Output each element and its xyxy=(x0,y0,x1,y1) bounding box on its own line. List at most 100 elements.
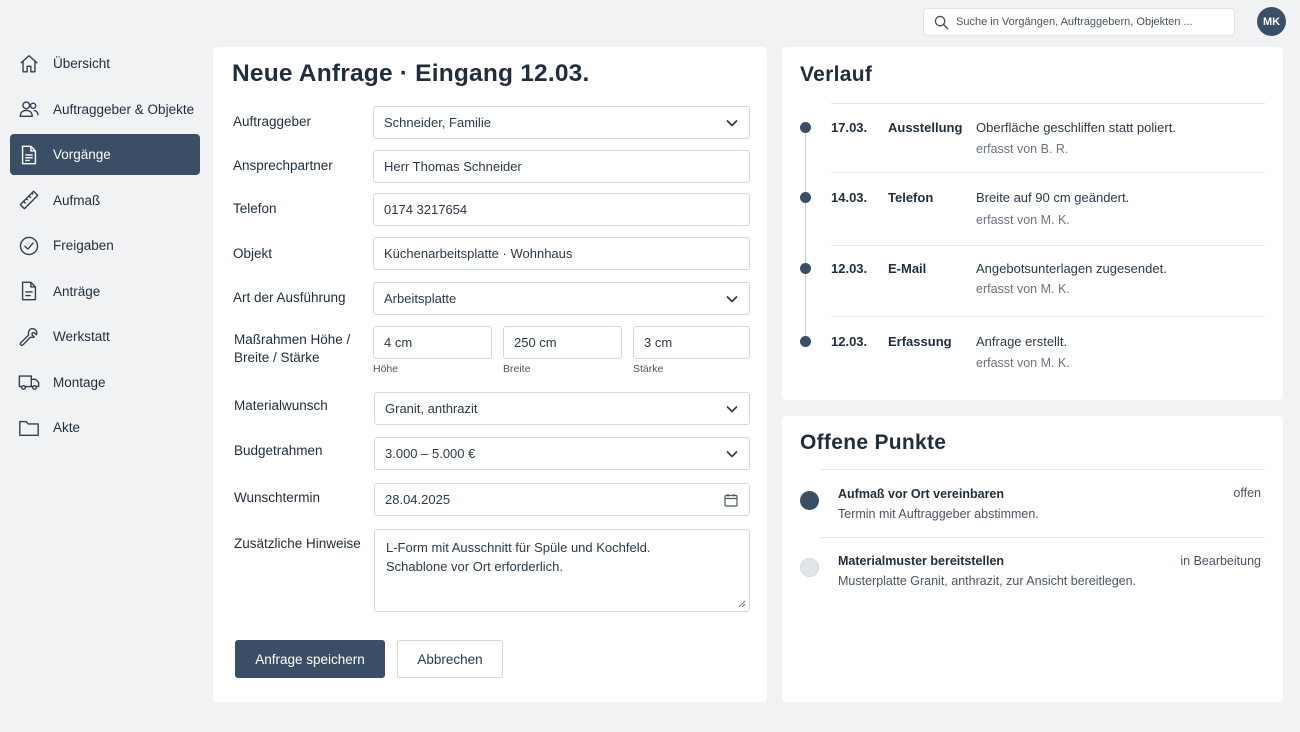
page-title: Neue Anfrage · Eingang 12.03. xyxy=(232,60,590,87)
budget-label: Budgetrahmen xyxy=(234,443,323,458)
sidebar-item-auftraggeber[interactable]: Auftraggeber & Objekte xyxy=(10,89,200,130)
wunschtermin-field[interactable]: 28.04.2025 xyxy=(374,483,750,516)
timeline-text: Breite auf 90 cm geändert. xyxy=(976,190,1130,205)
cancel-button[interactable]: Abbrechen xyxy=(397,640,503,678)
file-icon xyxy=(18,280,40,302)
sidebar-item-label: Akte xyxy=(53,420,81,435)
material-select[interactable]: Granit, anthrazit xyxy=(374,392,750,425)
users-icon xyxy=(18,98,40,120)
timeline-author: erfasst von M. K. xyxy=(976,356,1070,370)
auftraggeber-label: Auftraggeber xyxy=(233,114,312,129)
timeline-type: Telefon xyxy=(888,190,934,205)
telefon-value: 0174 3217654 xyxy=(384,202,468,217)
timeline-date: 17.03. xyxy=(831,120,868,135)
resize-handle-icon[interactable] xyxy=(737,599,746,608)
timeline-dot xyxy=(800,336,811,347)
hinweise-line2: Schablone vor Ort erforderlich. xyxy=(386,559,564,574)
sidebar-item-label: Übersicht xyxy=(53,56,111,71)
sidebar-item-werkstatt[interactable]: Werkstatt xyxy=(10,316,200,357)
status-badge: offen xyxy=(1233,486,1261,500)
verlauf-title: Verlauf xyxy=(800,63,873,86)
wunschtermin-value: 28.04.2025 xyxy=(385,492,451,507)
search-box[interactable] xyxy=(923,8,1235,36)
timeline-author: erfasst von M. K. xyxy=(976,282,1070,296)
staerke-value: 3 cm xyxy=(644,335,673,350)
hoehe-value: 4 cm xyxy=(384,335,413,350)
check-circle-icon xyxy=(18,235,40,257)
ansprechpartner-label: Ansprechpartner xyxy=(233,158,333,173)
offene-punkte-panel: Offene Punkte Aufmaß vor Ort vereinbaren… xyxy=(782,416,1283,702)
timeline-text: Angebotsunterlagen zugesendet. xyxy=(976,261,1167,276)
sidebar-item-label: Aufmaß xyxy=(53,192,101,208)
staerke-field[interactable]: 3 cm xyxy=(633,326,750,359)
hinweise-textarea[interactable]: L-Form mit Ausschnitt für Spüle und Koch… xyxy=(374,529,750,612)
search-input[interactable] xyxy=(956,16,1226,28)
status-badge: in Bearbeitung xyxy=(1180,554,1261,568)
status-dot xyxy=(800,491,819,510)
masse-label-line2: Breite / Stärke xyxy=(234,350,320,365)
timeline-type: Ausstellung xyxy=(888,120,963,135)
timeline-entry[interactable]: 12.03. Erfassung Anfrage erstellt. erfas… xyxy=(782,329,1283,399)
request-form-panel: Neue Anfrage · Eingang 12.03. Auftraggeb… xyxy=(213,47,767,702)
sidebar-item-antraege[interactable]: Anträge xyxy=(10,271,200,312)
timeline-entry[interactable]: 17.03. Ausstellung Oberfläche geschliffe… xyxy=(782,115,1283,185)
sidebar-item-freigaben[interactable]: Freigaben xyxy=(10,225,200,266)
hoehe-caption: Höhe xyxy=(373,363,399,375)
sidebar-item-akte[interactable]: Akte xyxy=(10,407,200,448)
hoehe-field[interactable]: 4 cm xyxy=(373,326,492,359)
budget-value: 3.000 – 5.000 € xyxy=(385,446,476,461)
timeline-text: Oberfläche geschliffen statt poliert. xyxy=(976,120,1176,135)
timeline-dot xyxy=(800,122,811,133)
breite-caption: Breite xyxy=(503,363,531,375)
sidebar-item-label: Freigaben xyxy=(53,238,114,253)
sidebar: Übersicht Auftraggeber & Objekte Vorgäng… xyxy=(10,43,200,453)
document-icon xyxy=(18,144,40,166)
staerke-caption: Stärke xyxy=(633,363,664,375)
open-item-title: Aufmaß vor Ort vereinbaren xyxy=(838,487,1005,501)
ausfuehrung-value: Arbeitsplatte xyxy=(384,291,457,306)
sidebar-item-label: Anträge xyxy=(53,283,101,299)
timeline-dot xyxy=(800,192,811,203)
sidebar-item-vorgaenge[interactable]: Vorgänge xyxy=(10,134,200,175)
timeline-author: erfasst von B. R. xyxy=(976,142,1069,156)
save-button[interactable]: Anfrage speichern xyxy=(235,640,385,678)
chevron-down-icon xyxy=(726,119,738,127)
sidebar-item-aufmass[interactable]: Aufmaß xyxy=(10,180,200,221)
breite-field[interactable]: 250 cm xyxy=(503,326,622,359)
objekt-field[interactable]: Küchenarbeitsplatte · Wohnhaus xyxy=(373,237,750,270)
calendar-icon[interactable] xyxy=(724,493,738,507)
auftraggeber-value: Schneider, Familie xyxy=(384,115,491,130)
sidebar-item-label: Vorgänge xyxy=(53,147,111,162)
timeline-type: Erfassung xyxy=(888,334,952,349)
objekt-value: Küchenarbeitsplatte · Wohnhaus xyxy=(384,246,573,261)
divider xyxy=(820,537,1265,538)
telefon-field[interactable]: 0174 3217654 xyxy=(373,193,750,226)
masse-label-line1: Maßrahmen Höhe / xyxy=(234,332,351,347)
ruler-icon xyxy=(18,189,40,211)
sidebar-item-label: Montage xyxy=(53,374,106,390)
status-dot xyxy=(800,558,819,577)
objekt-label: Objekt xyxy=(233,246,273,261)
folder-icon xyxy=(18,417,40,439)
timeline-date: 12.03. xyxy=(831,261,868,276)
sidebar-item-label: Werkstatt xyxy=(53,329,110,344)
avatar[interactable]: MK xyxy=(1257,7,1286,36)
offene-punkte-title: Offene Punkte xyxy=(800,431,947,454)
sidebar-item-montage[interactable]: Montage xyxy=(10,362,200,403)
budget-select[interactable]: 3.000 – 5.000 € xyxy=(374,437,750,470)
timeline-text: Anfrage erstellt. xyxy=(976,334,1068,349)
auftraggeber-select[interactable]: Schneider, Familie xyxy=(373,106,750,139)
material-value: Granit, anthrazit xyxy=(385,401,478,416)
timeline-type: E-Mail xyxy=(888,261,927,276)
timeline-date: 14.03. xyxy=(831,190,868,205)
open-item-desc: Musterplatte Granit, anthrazit, zur Ansi… xyxy=(838,574,1137,588)
sidebar-item-uebersicht[interactable]: Übersicht xyxy=(10,43,200,84)
divider xyxy=(831,103,1265,104)
chevron-down-icon xyxy=(726,450,738,458)
timeline-dot xyxy=(800,263,811,274)
ansprechpartner-field[interactable]: Herr Thomas Schneider xyxy=(373,150,750,183)
timeline-date: 12.03. xyxy=(831,334,868,349)
ausfuehrung-select[interactable]: Arbeitsplatte xyxy=(373,282,750,315)
hinweise-line1: L-Form mit Ausschnitt für Spüle und Koch… xyxy=(386,540,651,555)
divider xyxy=(831,245,1265,246)
